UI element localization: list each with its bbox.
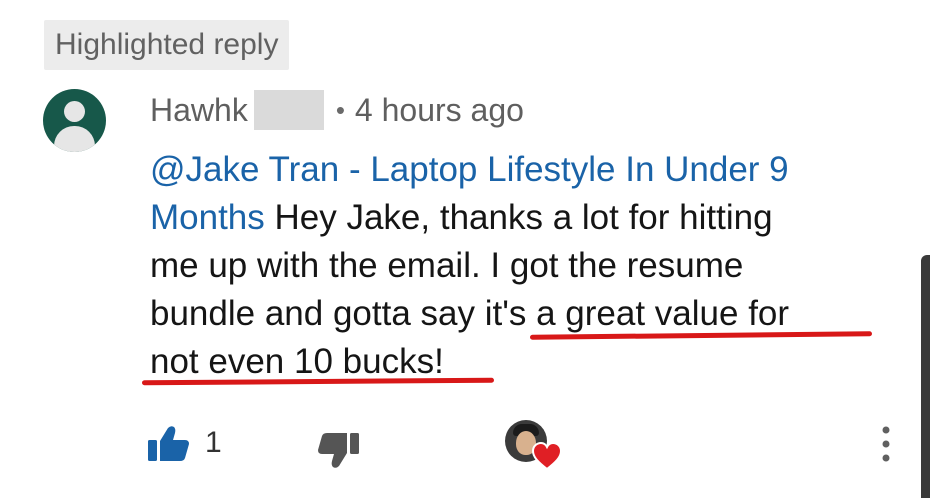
avatar-head-shape bbox=[64, 101, 85, 122]
creator-heart bbox=[505, 420, 565, 472]
mention-link[interactable]: @Jake Tran - Laptop Lifestyle In Under 9 bbox=[150, 150, 789, 189]
comment-text: Hey Jake, thanks a lot for hitting bbox=[264, 198, 773, 237]
comment-line: @Jake Tran - Laptop Lifestyle In Under 9 bbox=[150, 146, 890, 194]
comment-meta: Hawhk • 4 hours ago bbox=[150, 88, 524, 132]
like-count: 1 bbox=[205, 426, 222, 459]
heart-icon bbox=[532, 442, 562, 470]
comment-body: @Jake Tran - Laptop Lifestyle In Under 9… bbox=[150, 146, 890, 386]
user-avatar[interactable] bbox=[43, 89, 106, 152]
comment-text: me up with the email. I got the resume bbox=[150, 246, 744, 285]
redacted-name-block bbox=[253, 90, 324, 130]
screen-edge-shadow bbox=[921, 255, 930, 498]
comment-timestamp: 4 hours ago bbox=[354, 91, 524, 128]
comment-text: bundle and gotta say it's a great value … bbox=[150, 294, 790, 333]
mention-link[interactable]: Months bbox=[150, 198, 265, 237]
highlighted-reply-badge: Highlighted reply bbox=[44, 20, 290, 70]
comment-line: bundle and gotta say it's a great value … bbox=[150, 290, 890, 338]
thumbs-up-icon[interactable] bbox=[148, 425, 190, 463]
comment-line: Months Hey Jake, thanks a lot for hittin… bbox=[150, 194, 890, 242]
thumbs-down-icon[interactable] bbox=[317, 431, 359, 469]
author-name[interactable]: Hawhk bbox=[150, 92, 248, 129]
comment-screen: Highlighted reply Hawhk • 4 hours ago @J… bbox=[0, 0, 930, 498]
more-vertical-icon[interactable] bbox=[876, 424, 896, 464]
avatar-shoulders-shape bbox=[54, 126, 95, 152]
comment-text: not even 10 bucks! bbox=[150, 342, 444, 381]
comment-line: me up with the email. I got the resume bbox=[150, 242, 890, 290]
meta-separator: • bbox=[335, 94, 345, 125]
